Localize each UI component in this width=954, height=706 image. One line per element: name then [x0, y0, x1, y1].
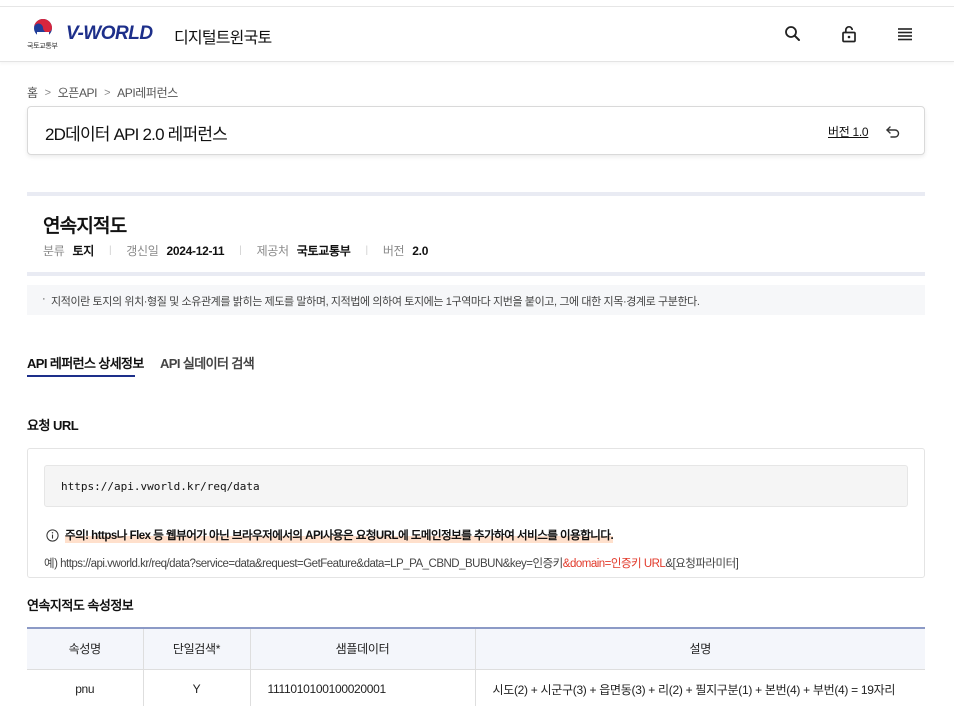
section-divider [27, 192, 925, 196]
meta-divider: | [239, 245, 242, 256]
meta-divider: | [365, 245, 369, 256]
info-icon [46, 528, 59, 542]
ministry-name: 국토교통부 [27, 43, 58, 50]
single-search-cell: Y [142, 669, 250, 706]
meta-version-value: 2.0 [412, 243, 429, 258]
brand-subtitle: 디지털트윈국토 [174, 30, 272, 47]
breadcrumb-open-api[interactable]: 오픈API [58, 84, 98, 101]
site-header: 국토교통부 V-WORLD 디지털트윈국토 [0, 7, 954, 62]
menu-button[interactable] [895, 24, 915, 44]
meta-category-value: 토지 [72, 244, 94, 258]
section-divider [27, 272, 925, 276]
dataset-meta: 분류 토지 | 갱신일 2024-12-11 | 제공처 국토교통부 | 버전 … [43, 242, 428, 259]
request-url-heading: 요청 URL [27, 418, 79, 433]
login-button[interactable] [839, 24, 859, 44]
menu-icon [898, 28, 912, 41]
column-header: 단일검색* [142, 627, 250, 670]
back-arrow-icon[interactable] [884, 122, 902, 140]
meta-provider-key: 제공처 [256, 244, 290, 258]
bullet-icon: · [42, 293, 46, 305]
attr-name-cell: pnu [27, 669, 143, 706]
description-text: 지적이란 토지의 위치·형질 및 소유관계를 밝히는 제도를 말하며, 지적법에… [51, 296, 700, 308]
chevron-right-icon: > [44, 86, 51, 99]
top-strip [0, 0, 954, 7]
meta-provider-value: 국토교통부 [296, 244, 351, 258]
tab-api-data-search[interactable]: API 실데이터 검색 [160, 353, 255, 372]
meta-divider: | [108, 245, 112, 256]
column-header: 설명 [474, 627, 925, 670]
column-header: 샘플데이터 [249, 627, 475, 670]
notice-text: 주의! https나 Flex 등 웹뷰어가 아닌 브라우저에서의 API사용은… [65, 527, 614, 543]
breadcrumb: 홈 > 오픈API > API레퍼런스 [27, 84, 178, 101]
search-icon [785, 26, 800, 41]
table-header-row: 속성명 단일검색* 샘플데이터 설명 [27, 627, 925, 670]
brand-logo[interactable]: V-WORLD [66, 23, 153, 45]
chevron-right-icon: > [104, 86, 111, 99]
attribute-info-heading: 연속지적도 속성정보 [27, 598, 134, 613]
example-domain-param: &domain=인증키 URL [562, 558, 666, 570]
taegeuk-emblem-icon [34, 19, 52, 37]
dataset-description: · 지적이란 토지의 위치·형질 및 소유관계를 밝히는 제도를 말하며, 지적… [27, 285, 925, 315]
example-suffix: &[요청파라미터] [665, 558, 739, 570]
page-title-box: 2D데이터 API 2.0 레퍼런스 버전 1.0 [27, 106, 925, 155]
dataset-title: 연속지적도 [43, 216, 127, 237]
attribute-table: 속성명 단일검색* 샘플데이터 설명 pnu Y 111101010010002… [27, 627, 925, 706]
active-tab-indicator [27, 375, 135, 377]
meta-updated-value: 2024-12-11 [166, 243, 225, 258]
meta-version-key: 버전 [382, 244, 405, 258]
table-row: pnu Y 1111010100100020001 시도(2) + 시군구(3)… [27, 669, 925, 706]
request-url-code[interactable]: https://api.vworld.kr/req/data [44, 465, 908, 507]
breadcrumb-api-reference[interactable]: API레퍼런스 [117, 84, 178, 101]
ministry-logo[interactable]: 국토교통부 [27, 18, 59, 54]
request-example: 예) https://api.vworld.kr/req/data?servic… [44, 555, 739, 571]
meta-category-key: 분류 [43, 244, 65, 258]
description-cell: 시도(2) + 시군구(3) + 읍면동(3) + 리(2) + 필지구분(1)… [474, 669, 925, 706]
tab-api-reference-detail[interactable]: API 레퍼런스 상세정보 [27, 353, 144, 372]
breadcrumb-home[interactable]: 홈 [27, 84, 38, 101]
request-url-card: https://api.vworld.kr/req/data 주의! https… [27, 448, 925, 578]
column-header: 속성명 [27, 627, 143, 670]
search-button[interactable] [783, 24, 803, 44]
page-title: 2D데이터 API 2.0 레퍼런스 [45, 125, 228, 144]
version-link[interactable]: 버전 1.0 [828, 123, 869, 140]
domain-notice: 주의! https나 Flex 등 웹뷰어가 아닌 브라우저에서의 API사용은… [46, 527, 614, 543]
example-prefix: 예) https://api.vworld.kr/req/data?servic… [44, 558, 563, 570]
sample-data-cell: 1111010100100020001 [249, 669, 475, 706]
lock-icon [842, 26, 856, 43]
meta-updated-key: 갱신일 [126, 244, 159, 258]
